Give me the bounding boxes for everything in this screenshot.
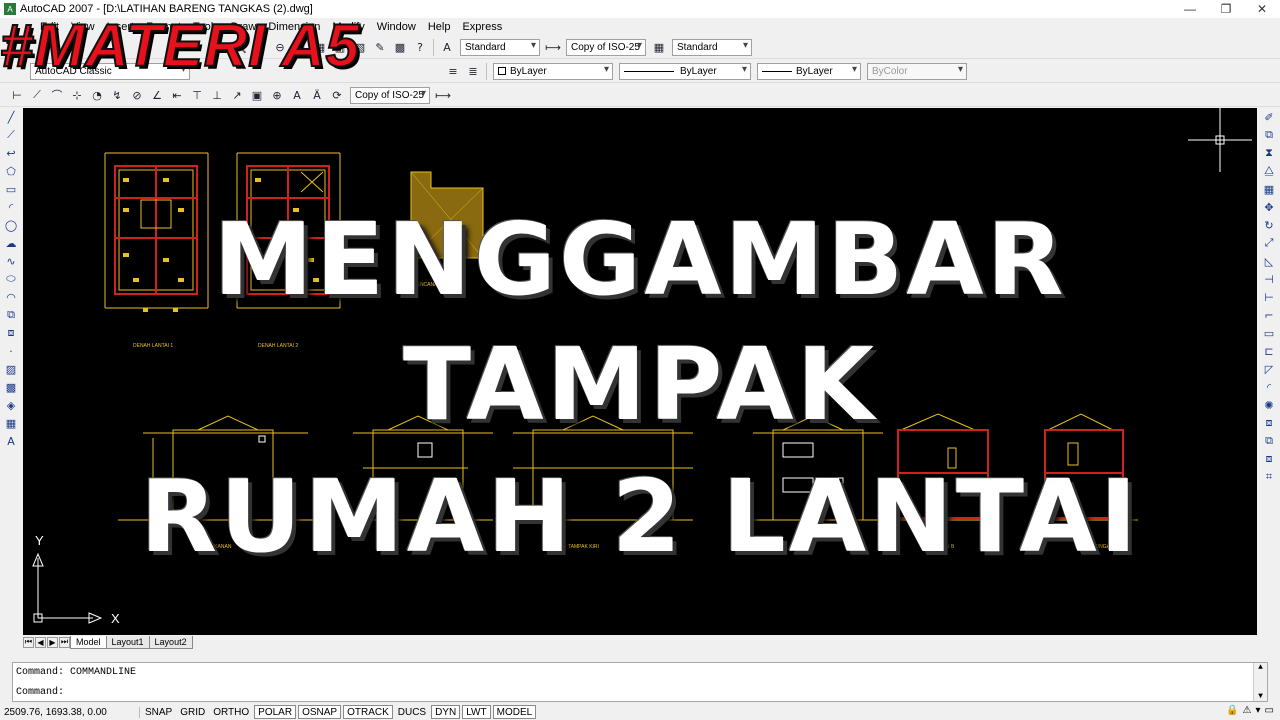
svg-text:X: X xyxy=(111,611,120,626)
maximize-button[interactable]: ❐ xyxy=(1208,0,1244,18)
jogged-icon[interactable]: ↯ xyxy=(108,86,126,104)
rectangle-icon[interactable]: ▭ xyxy=(2,180,20,198)
dim-update-icon[interactable]: ⟳ xyxy=(328,86,346,104)
line-icon[interactable]: ╱ xyxy=(2,108,20,126)
dyn-toggle[interactable]: DYN xyxy=(431,705,461,719)
next-tab-button[interactable]: ▶ xyxy=(47,636,58,648)
construction-line-icon[interactable]: ⟋ xyxy=(2,126,20,144)
diameter-icon[interactable]: ⊘ xyxy=(128,86,146,104)
overlay-line-1: MENGGAMBAR xyxy=(213,201,1067,318)
clean-screen-icon[interactable]: ▭ xyxy=(1265,705,1274,716)
model-toggle[interactable]: MODEL xyxy=(492,705,537,719)
dim-edit-icon[interactable]: A xyxy=(288,86,306,104)
toolbar-divider xyxy=(433,38,434,56)
lineweight-value: ByLayer xyxy=(796,65,833,77)
dim-text-edit-icon[interactable]: Ä xyxy=(308,86,326,104)
plotstyle-select: ByColor xyxy=(867,62,967,80)
command-prompt[interactable]: Command: xyxy=(16,687,64,698)
text-style-select[interactable]: Standard xyxy=(460,38,540,56)
overlay-line-2: TAMPAK xyxy=(402,326,878,443)
polyline-icon[interactable]: ↩ xyxy=(2,144,20,162)
lwt-toggle[interactable]: LWT xyxy=(462,705,491,719)
last-tab-button[interactable]: ⏭ xyxy=(59,636,70,648)
color-swatch xyxy=(498,67,506,75)
scroll-up-icon[interactable]: ▲ xyxy=(1258,663,1263,672)
dim-style-select[interactable]: Copy of ISO-25 xyxy=(566,38,646,56)
ortho-toggle[interactable]: ORTHO xyxy=(210,705,252,719)
dim-style-manager-icon[interactable]: ⟼ xyxy=(434,86,452,104)
crosshair-cursor xyxy=(1188,108,1252,172)
close-button[interactable]: ✕ xyxy=(1244,0,1280,18)
lineweight-select[interactable]: ByLayer xyxy=(757,62,861,80)
comm-center-icon[interactable]: ⚠ xyxy=(1243,705,1252,716)
tab-layout2[interactable]: Layout2 xyxy=(148,635,193,649)
aligned-dim-icon[interactable]: ⟋ xyxy=(28,86,46,104)
table-style-select[interactable]: Standard xyxy=(672,38,752,56)
polar-toggle[interactable]: POLAR xyxy=(254,705,297,719)
status-menu-icon[interactable]: ▾ xyxy=(1256,705,1261,716)
center-mark-icon[interactable]: ⊕ xyxy=(268,86,286,104)
toolbar-divider xyxy=(486,62,487,80)
overlay-line-3: RUMAH 2 LANTAI xyxy=(140,458,1140,575)
menu-window[interactable]: Window xyxy=(377,21,416,33)
radius-icon[interactable]: ◔ xyxy=(88,86,106,104)
continue-icon[interactable]: ⊥ xyxy=(208,86,226,104)
scroll-down-icon[interactable]: ▼ xyxy=(1258,692,1263,701)
erase-icon[interactable]: ✐ xyxy=(1260,108,1278,126)
polygon-icon[interactable]: ⬠ xyxy=(2,162,20,180)
linetype-value: ByLayer xyxy=(680,65,717,77)
layer-manager-icon[interactable]: ≡ xyxy=(444,62,462,80)
lineweight-preview xyxy=(762,70,792,72)
tolerance-icon[interactable]: ▣ xyxy=(248,86,266,104)
layout-tabs: ⏮ ◀ ▶ ⏭ Model Layout1 Layout2 xyxy=(23,635,1257,649)
mirror-icon[interactable]: ⧗ xyxy=(1260,144,1278,162)
calculator-icon[interactable]: ▩ xyxy=(391,38,409,56)
otrack-toggle[interactable]: OTRACK xyxy=(343,705,393,719)
help-icon[interactable]: ? xyxy=(411,38,429,56)
window-controls: — ❐ ✕ xyxy=(1172,0,1280,18)
linetype-select[interactable]: ByLayer xyxy=(619,62,751,80)
command-history: Command: COMMANDLINE xyxy=(16,667,137,678)
offset-icon[interactable]: ⧋ xyxy=(1260,162,1278,180)
dim-style-select-2[interactable]: Copy of ISO-25 xyxy=(350,86,430,104)
status-bar: 2509.76, 1693.38, 0.00 SNAP GRID ORTHO P… xyxy=(0,704,1280,720)
menu-express[interactable]: Express xyxy=(462,21,502,33)
text-style-icon[interactable]: A xyxy=(438,38,456,56)
color-value: ByLayer xyxy=(510,65,547,77)
command-scrollbar[interactable]: ▲ ▼ xyxy=(1253,663,1267,701)
command-window[interactable]: Command: COMMANDLINE Command: ▲ ▼ xyxy=(12,662,1268,702)
leader-icon[interactable]: ↗ xyxy=(228,86,246,104)
copy-icon[interactable]: ⧉ xyxy=(1260,126,1278,144)
color-select[interactable]: ByLayer xyxy=(493,62,613,80)
banner-title: #MATERI A5 xyxy=(0,12,361,79)
tab-model[interactable]: Model xyxy=(70,635,107,649)
lock-icon[interactable]: 🔒 xyxy=(1226,705,1238,716)
prev-tab-button[interactable]: ◀ xyxy=(35,636,46,648)
table-style-icon[interactable]: ▦ xyxy=(650,38,668,56)
linetype-preview xyxy=(624,70,674,72)
linear-dim-icon[interactable]: ⊢ xyxy=(8,86,26,104)
first-tab-button[interactable]: ⏮ xyxy=(23,636,34,648)
grid-toggle[interactable]: GRID xyxy=(177,705,208,719)
quick-dim-icon[interactable]: ⇤ xyxy=(168,86,186,104)
arc-length-icon[interactable]: ⌒ xyxy=(48,86,66,104)
menu-help[interactable]: Help xyxy=(428,21,451,33)
markup-icon[interactable]: ✎ xyxy=(371,38,389,56)
dim-style-icon[interactable]: ⟼ xyxy=(544,38,562,56)
minimize-button[interactable]: — xyxy=(1172,0,1208,18)
array-icon[interactable]: ▦ xyxy=(1260,180,1278,198)
baseline-icon[interactable]: ⊤ xyxy=(188,86,206,104)
snap-toggle[interactable]: SNAP xyxy=(142,705,175,719)
tab-layout1[interactable]: Layout1 xyxy=(105,635,150,649)
ducs-toggle[interactable]: DUCS xyxy=(395,705,429,719)
coordinate-readout[interactable]: 2509.76, 1693.38, 0.00 xyxy=(0,706,140,718)
status-tray: 🔒 ⚠ ▾ ▭ xyxy=(1226,705,1274,716)
layer-previous-icon[interactable]: ≣ xyxy=(464,62,482,80)
dimension-toolbar: ⊢ ⟋ ⌒ ⊹ ◔ ↯ ⊘ ∠ ⇤ ⊤ ⊥ ↗ ▣ ⊕ A Ä ⟳ Copy o… xyxy=(0,84,1280,107)
ordinate-icon[interactable]: ⊹ xyxy=(68,86,86,104)
angular-icon[interactable]: ∠ xyxy=(148,86,166,104)
osnap-toggle[interactable]: OSNAP xyxy=(298,705,342,719)
